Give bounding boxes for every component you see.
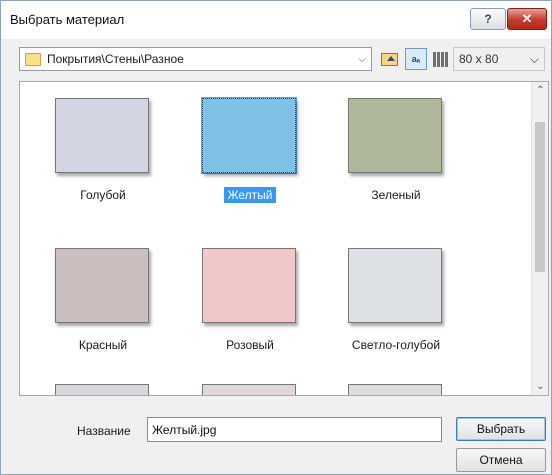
vertical-scrollbar[interactable]: ⌃ ⌄ [531,82,548,395]
material-label: Желтый [224,187,276,203]
material-label: Зеленый [371,188,421,202]
material-item-0[interactable]: Голубой [23,82,173,232]
material-item-1[interactable]: Желтый [170,82,320,232]
cancel-button[interactable]: Отмена [456,448,546,472]
close-button[interactable]: ✕ [507,8,547,30]
columns-icon[interactable] [431,50,451,68]
name-label: Название [77,424,131,438]
thumbnail-size-dropdown[interactable]: 80 x 80 ⌵ [453,47,545,71]
material-label: Розовый [226,338,274,352]
material-swatch[interactable] [55,248,149,323]
material-item-3[interactable]: Красный [23,232,173,382]
material-swatch[interactable] [348,98,442,173]
name-input[interactable] [147,417,442,442]
help-button[interactable]: ? [470,8,506,30]
window-title: Выбрать материал [10,12,125,27]
sort-icon[interactable]: aₐ [405,48,427,70]
material-swatch-partial[interactable] [348,384,442,395]
material-label: Красный [78,338,128,352]
up-folder-icon[interactable] [379,50,399,68]
material-swatch[interactable] [55,98,149,173]
folder-icon [25,52,41,66]
material-label: Голубой [80,188,126,202]
path-dropdown[interactable]: Покрытия\Стены\Разное ⌵ [19,47,372,71]
material-swatch-partial[interactable] [55,384,149,395]
material-swatch[interactable] [202,248,296,323]
select-button[interactable]: Выбрать [456,417,546,441]
scrollbar-thumb[interactable] [535,122,545,272]
material-label: Светло-голубой [351,338,441,352]
scroll-down-icon[interactable]: ⌄ [532,378,548,395]
thumbnail-size-value: 80 x 80 [459,52,499,66]
select-material-dialog: Выбрать материал ? ✕ Покрытия\Стены\Разн… [0,0,552,475]
toolbar: Покрытия\Стены\Разное ⌵ aₐ 80 x 80 ⌵ [1,39,551,81]
material-thumbnails: Голубой Желтый Зеленый Красный Розовый С… [19,81,549,396]
chevron-down-icon[interactable]: ⌵ [353,54,371,65]
chevron-down-icon: ⌵ [529,51,539,66]
path-text: Покрытия\Стены\Разное [47,52,184,66]
material-item-5[interactable]: Светло-голубой [316,232,466,382]
material-swatch[interactable] [348,248,442,323]
material-swatch[interactable] [202,98,296,173]
scroll-up-icon[interactable]: ⌃ [532,82,548,99]
help-icon: ? [484,12,492,26]
material-swatch-partial[interactable] [202,384,296,395]
close-icon: ✕ [521,11,533,26]
title-bar: Выбрать материал ? ✕ [1,1,551,39]
material-item-2[interactable]: Зеленый [316,82,466,232]
material-item-4[interactable]: Розовый [170,232,320,382]
